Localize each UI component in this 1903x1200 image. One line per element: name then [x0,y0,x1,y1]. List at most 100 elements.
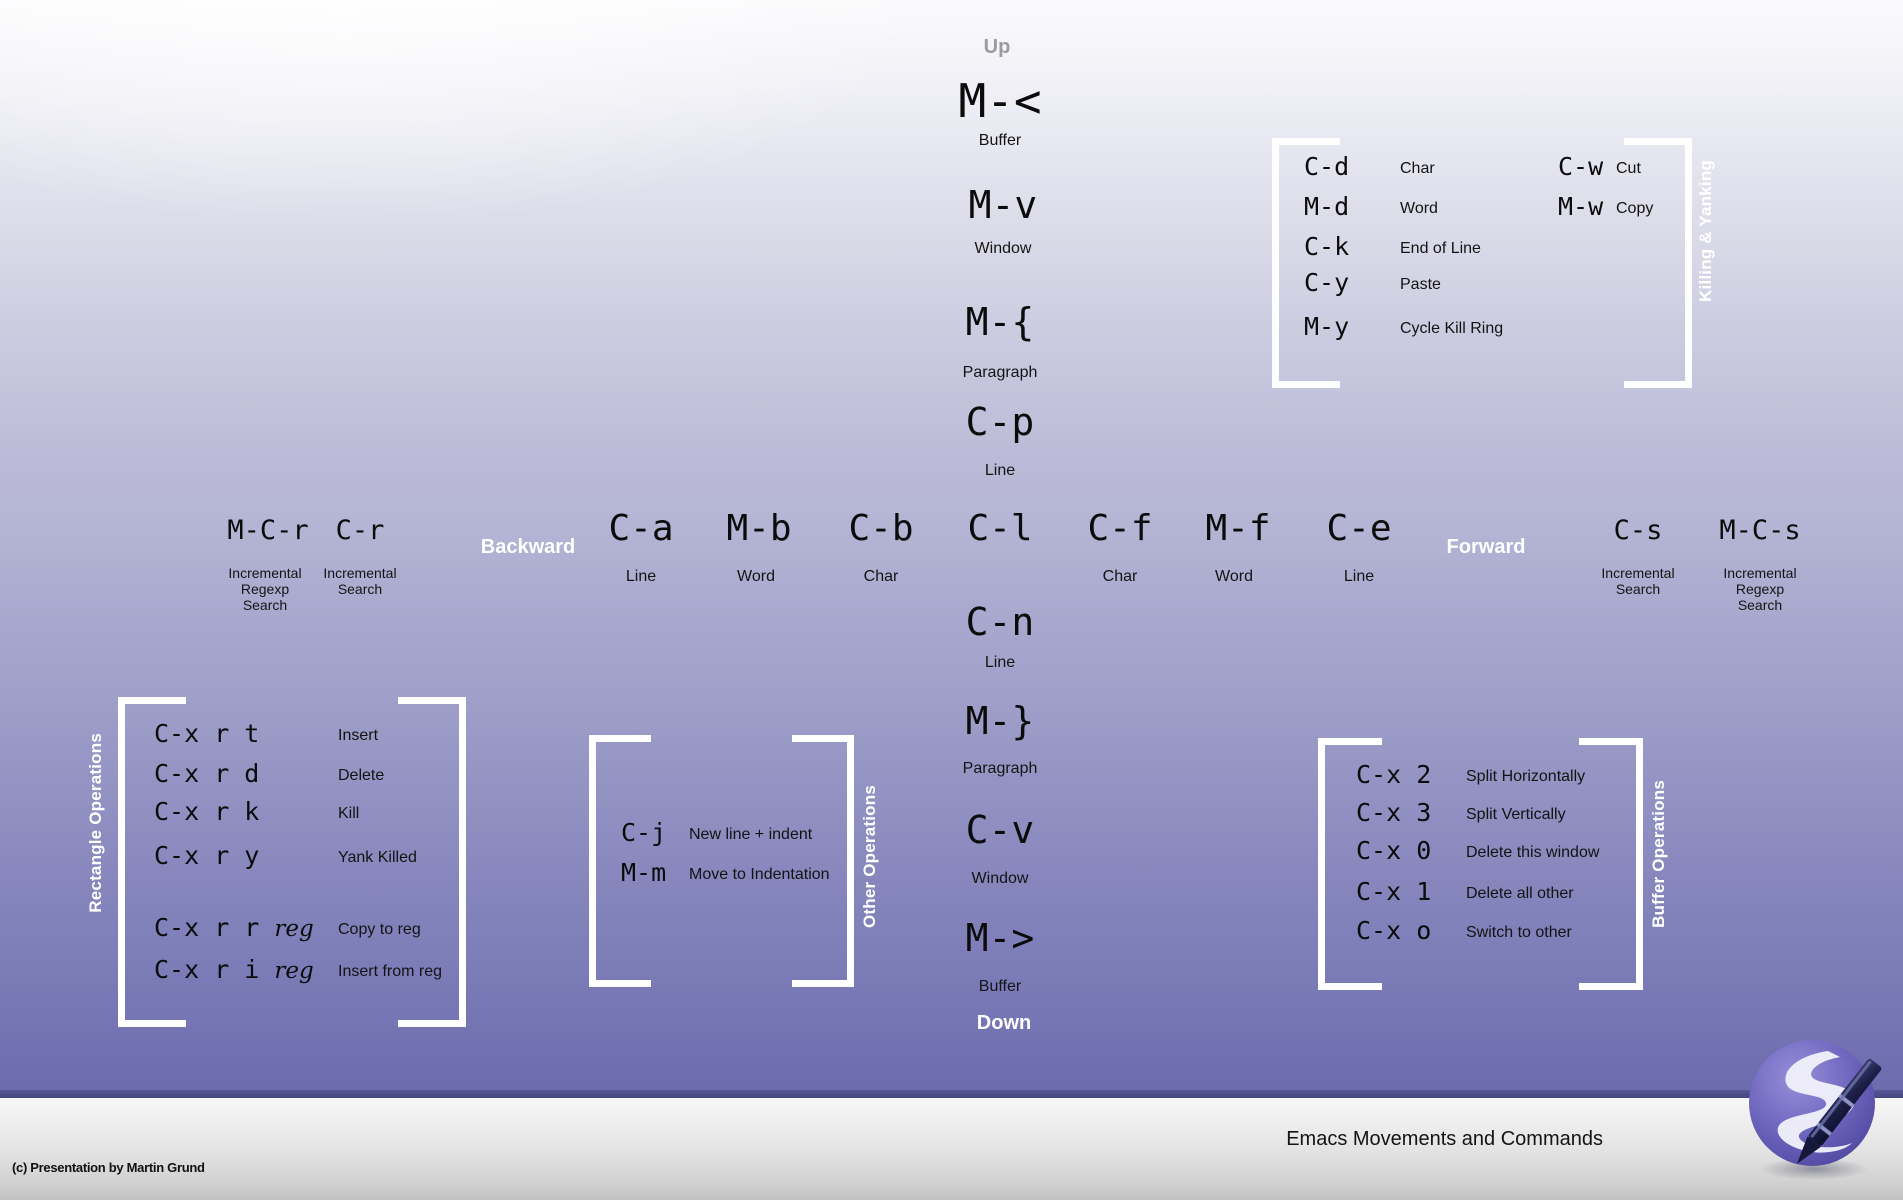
key-c-y: C-y [1304,268,1350,297]
key-m-less: M-< [958,74,1042,128]
key-c-k: C-k [1304,232,1350,261]
key-c-l: C-l [967,508,1033,549]
bracket-left-bottom [589,980,651,987]
bracket-right-vertical [847,735,854,987]
key-m-v-label: Window [974,240,1032,257]
key-m-greater-label: Buffer [978,978,1022,995]
direction-label-backward: Backward [480,536,576,558]
key-cx-3: C-x 3 [1356,798,1432,827]
key-m-brace-close-label: Paragraph [962,760,1038,777]
key-m-brace-open: M-{ [965,300,1035,344]
key-c-d: C-d [1304,152,1350,181]
key-m-y-desc: Cycle Kill Ring [1400,320,1504,337]
key-m-w-desc: Copy [1616,200,1654,217]
bracket-left-vertical [1272,138,1279,388]
key-cx-r-i-chord: C-x r i [154,955,260,984]
copyright-text: (c) Presentation by Martin Grund [12,1160,205,1175]
key-cx-2: C-x 2 [1356,760,1432,789]
key-cx-1: C-x 1 [1356,877,1432,906]
key-m-y: M-y [1304,312,1350,341]
key-cx-o: C-x o [1356,916,1432,945]
key-cx-r-y-desc: Yank Killed [338,849,417,866]
key-c-a: C-a [608,508,674,549]
key-c-d-desc: Char [1400,160,1435,177]
key-c-p-label: Line [984,462,1016,479]
key-cx-r-t-desc: Insert [338,727,379,744]
bracket-right-top [792,735,854,742]
rectangle-operations-group: Rectangle Operations C-x r t Insert C-x … [86,697,466,1027]
killing-yanking-group: Killing & Yanking C-d Char M-d Word C-k … [1272,138,1715,388]
key-m-f-label: Word [1215,568,1253,585]
bracket-left-vertical [118,697,125,1027]
key-c-s: C-s [1613,515,1663,546]
key-c-k-desc: End of Line [1400,240,1481,257]
key-c-f: C-f [1087,508,1153,549]
key-c-j: C-j [621,818,667,847]
key-cx-r-d-desc: Delete [338,767,385,784]
buffer-operations-group: Buffer Operations C-x 2 Split Horizontal… [1318,738,1668,990]
direction-label-forward: Forward [1446,536,1526,558]
bracket-right-bottom [1579,983,1643,990]
key-cx-r-k: C-x r k [154,797,260,826]
key-c-y-desc: Paste [1400,276,1441,293]
direction-label-down: Down [976,1012,1032,1034]
key-c-w-desc: Cut [1616,160,1641,177]
key-c-n-label: Line [984,654,1016,671]
key-m-w: M-w [1558,192,1604,221]
key-m-c-r: M-C-r [227,515,309,546]
bracket-right-top [398,697,466,704]
bracket-right-vertical [459,697,466,1027]
key-m-c-r-label: Incremental Regexp Search [228,565,302,613]
key-m-m: M-m [621,858,667,887]
bracket-right-bottom [1624,381,1692,388]
bracket-left-vertical [589,735,596,987]
key-m-v: M-v [968,183,1038,227]
buffer-operations-title: Buffer Operations [1649,780,1668,928]
key-cx-r-k-desc: Kill [338,805,360,822]
bracket-left-top [589,735,651,742]
key-m-d: M-d [1304,192,1350,221]
page-title: Emacs Movements and Commands [1286,1128,1603,1150]
bracket-left-bottom [118,1020,186,1027]
key-m-f: M-f [1205,508,1271,549]
key-m-b-label: Word [737,568,775,585]
key-cx-r-i: C-x r i reg [154,955,314,984]
other-operations-title: Other Operations [860,785,879,929]
key-m-m-desc: Move to Indentation [689,866,830,883]
key-cx-r-d: C-x r d [154,759,260,788]
slide-canvas: Up M-< Buffer M-v Window M-{ Paragraph C… [0,0,1903,1200]
key-c-s-label: Incremental Search [1601,565,1675,597]
key-cx-r-r-arg: reg [274,916,314,942]
key-c-r: C-r [335,515,385,546]
key-m-c-s: M-C-s [1719,515,1801,546]
bracket-right-top [1579,738,1643,745]
direction-label-up: Up [983,36,1011,58]
key-c-v-label: Window [971,870,1029,887]
key-cx-r-i-desc: Insert from reg [338,963,443,980]
key-m-b: M-b [726,508,792,549]
bracket-left-bottom [1318,983,1382,990]
key-c-n: C-n [965,600,1035,644]
key-c-v: C-v [965,808,1035,852]
key-c-b: C-b [848,508,914,549]
key-cx-r-r: C-x r r reg [154,913,314,942]
key-c-e-label: Line [1343,568,1375,585]
footer-bar [0,1098,1903,1200]
key-c-j-desc: New line + indent [689,826,813,843]
key-cx-r-r-chord: C-x r r [154,913,260,942]
key-cx-o-desc: Switch to other [1466,924,1572,941]
key-cx-r-i-arg: reg [274,958,314,984]
killing-yanking-title: Killing & Yanking [1696,160,1715,302]
key-c-p: C-p [965,400,1035,444]
key-c-a-label: Line [625,568,657,585]
bracket-right-bottom [792,980,854,987]
key-c-w: C-w [1558,152,1604,181]
key-m-brace-close: M-} [965,699,1035,743]
key-cx-0-desc: Delete this window [1466,844,1600,861]
key-cx-r-r-desc: Copy to reg [338,921,421,938]
key-cx-2-desc: Split Horizontally [1466,768,1586,785]
key-m-d-desc: Word [1400,200,1438,217]
key-c-r-label: Incremental Search [323,565,397,597]
key-m-greater: M-> [965,916,1035,960]
key-cx-3-desc: Split Vertically [1466,806,1566,823]
